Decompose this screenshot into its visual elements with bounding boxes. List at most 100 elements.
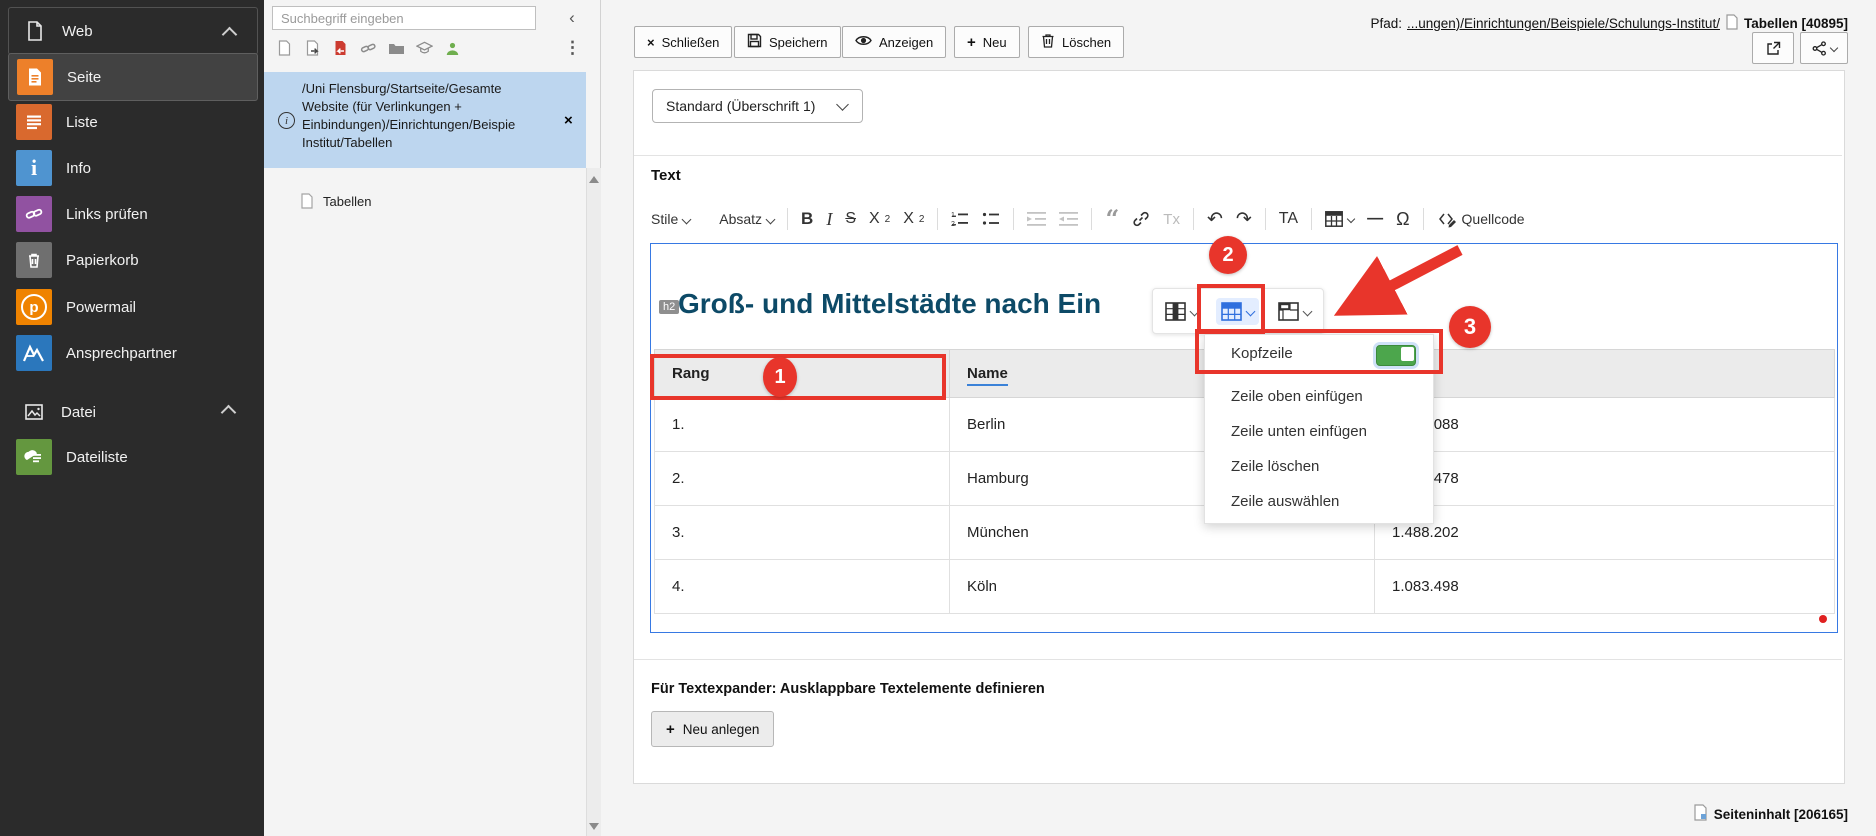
user-icon[interactable] <box>444 40 461 57</box>
pagetree-selected-node[interactable]: i /Uni Flensburg/Startseite/Gesamte Webs… <box>264 72 586 168</box>
ansprechpartner-icon <box>16 335 52 371</box>
cell-value[interactable]: 1.841.478 <box>1375 452 1835 506</box>
menu-item-row-insert-below[interactable]: Zeile unten einfügen <box>1205 414 1433 449</box>
new-button[interactable]: + Neu <box>954 26 1020 58</box>
italic-button[interactable]: I <box>826 209 832 230</box>
node-path-line: /Uni Flensburg/Startseite/Gesamte <box>302 81 501 96</box>
ordered-list-button[interactable]: 12 <box>951 211 969 227</box>
horizontal-rule-button[interactable]: — <box>1367 210 1383 228</box>
sidebar-item-powermail[interactable]: p Powermail <box>8 284 256 330</box>
paragraph-format-dropdown[interactable]: Absatz <box>719 211 774 227</box>
source-code-button[interactable]: Quellcode <box>1437 210 1525 228</box>
button-label: Neu anlegen <box>683 722 760 737</box>
subscript-button[interactable]: X2 <box>869 210 890 228</box>
dateiliste-icon <box>16 439 52 475</box>
superscript-button[interactable]: X2 <box>903 210 924 228</box>
heading-tag-badge: h2 <box>659 300 679 314</box>
remove-format-button[interactable]: Tx <box>1163 211 1180 228</box>
open-in-new-window-button[interactable] <box>1752 32 1794 64</box>
blockquote-button[interactable]: “ <box>1105 214 1119 224</box>
selection-handle-dot <box>1819 615 1827 623</box>
pagetree-node-tabellen[interactable]: Tabellen <box>264 186 586 216</box>
path-link[interactable]: ...ungen)/Einrichtungen/Beispiele/Schulu… <box>1407 16 1720 31</box>
cell-rank[interactable]: 2. <box>655 452 950 506</box>
undo-button[interactable]: ↶ <box>1207 208 1223 231</box>
sidebar-item-label: Web <box>62 23 93 40</box>
textexpander-label: Für Textexpander: Ausklappbare Texteleme… <box>651 681 1045 697</box>
sidebar-item-links-pruefen[interactable]: Links prüfen <box>8 191 256 237</box>
sidebar-item-ansprechpartner[interactable]: Ansprechpartner <box>8 330 256 376</box>
link-icon[interactable] <box>360 40 377 57</box>
plus-icon: + <box>967 34 976 51</box>
special-character-button[interactable]: Ω <box>1396 209 1409 230</box>
abbreviation-button[interactable]: TA <box>1279 210 1298 228</box>
cell-rank[interactable]: 3. <box>655 506 950 560</box>
sidebar-item-label: Datei <box>61 404 96 421</box>
cell-rank[interactable]: 4. <box>655 560 950 614</box>
info-icon: i <box>16 150 52 186</box>
content-type-select[interactable]: Standard (Überschrift 1) <box>652 89 863 123</box>
cell-value[interactable]: 1.083.498 <box>1375 560 1835 614</box>
sidebar-item-dateiliste[interactable]: Dateiliste <box>8 434 256 480</box>
strikethrough-button[interactable]: S <box>845 210 856 228</box>
delete-button[interactable]: Löschen <box>1028 26 1124 58</box>
page-icon <box>298 193 315 210</box>
page-with-arrow-icon[interactable] <box>304 40 321 57</box>
redo-button[interactable]: ↷ <box>1236 208 1252 231</box>
table-cell-button[interactable] <box>1273 298 1316 325</box>
path-label: Pfad: <box>1370 16 1402 31</box>
svg-text:1: 1 <box>951 212 955 219</box>
breadcrumb: Pfad: ...ungen)/Einrichtungen/Beispiele/… <box>1370 14 1848 33</box>
record-label: Seiteninhalt [206165] <box>1714 807 1848 822</box>
module-sidebar: Web Seite Liste i Info Links prüfen <box>0 0 264 836</box>
share-button[interactable] <box>1800 32 1848 64</box>
page-icon <box>1725 14 1739 33</box>
chevron-down-icon <box>836 98 849 111</box>
button-label: Neu <box>983 35 1007 50</box>
sidebar-item-info[interactable]: i Info <box>8 145 256 191</box>
indent-button[interactable] <box>1027 212 1046 226</box>
graduation-cap-icon[interactable] <box>416 40 433 57</box>
close-icon[interactable]: × <box>564 112 573 129</box>
annotation-box-2 <box>1197 284 1265 334</box>
cell-name[interactable]: Köln <box>950 560 1375 614</box>
collapse-tree-button[interactable]: ‹ <box>560 8 584 28</box>
scroll-down-icon[interactable] <box>589 823 599 830</box>
sidebar-item-web[interactable]: Web <box>8 7 258 55</box>
new-expander-button[interactable]: + Neu anlegen <box>651 711 774 747</box>
table-header-col3[interactable] <box>1375 350 1835 398</box>
tree-scrollbar[interactable] <box>586 168 601 836</box>
save-button[interactable]: Speichern <box>734 26 841 58</box>
bulleted-list-button[interactable] <box>982 211 1000 227</box>
annotation-box-kopfzeile <box>1195 329 1443 374</box>
folder-icon[interactable] <box>388 40 405 57</box>
sidebar-item-datei[interactable]: Datei <box>8 389 256 435</box>
styles-dropdown[interactable]: Stile <box>651 211 690 227</box>
close-record-button[interactable]: × Schließen <box>634 26 732 58</box>
sidebar-item-label: Ansprechpartner <box>66 345 177 362</box>
menu-item-row-delete[interactable]: Zeile löschen <box>1205 449 1433 484</box>
sidebar-item-seite[interactable]: Seite <box>8 53 258 101</box>
divider <box>634 155 1842 156</box>
table-row[interactable]: 4. Köln 1.083.498 <box>655 560 1835 614</box>
tree-more-options-icon[interactable]: ⋮ <box>564 38 581 58</box>
insert-table-button[interactable] <box>1325 211 1354 227</box>
scroll-up-icon[interactable] <box>589 176 599 183</box>
cell-value[interactable]: 3.645.088 <box>1375 398 1835 452</box>
outdent-button[interactable] <box>1059 212 1078 226</box>
sidebar-item-papierkorb[interactable]: Papierkorb <box>8 237 256 283</box>
sidebar-item-liste[interactable]: Liste <box>8 99 256 145</box>
chevron-up-icon <box>222 27 238 43</box>
bold-button[interactable]: B <box>801 209 813 229</box>
powermail-icon: p <box>16 289 52 325</box>
cell-value[interactable]: 1.488.202 <box>1375 506 1835 560</box>
search-input[interactable] <box>272 6 536 30</box>
content-heading[interactable]: Groß- und Mittelstädte nach Ein <box>678 288 1101 320</box>
cell-rank[interactable]: 1. <box>655 398 950 452</box>
menu-item-row-select[interactable]: Zeile auswählen <box>1205 484 1433 519</box>
view-button[interactable]: Anzeigen <box>842 26 946 58</box>
new-page-icon[interactable] <box>276 40 293 57</box>
menu-item-row-insert-above[interactable]: Zeile oben einfügen <box>1205 379 1433 414</box>
insert-link-button[interactable] <box>1132 210 1150 228</box>
page-red-arrow-icon[interactable] <box>332 40 349 57</box>
